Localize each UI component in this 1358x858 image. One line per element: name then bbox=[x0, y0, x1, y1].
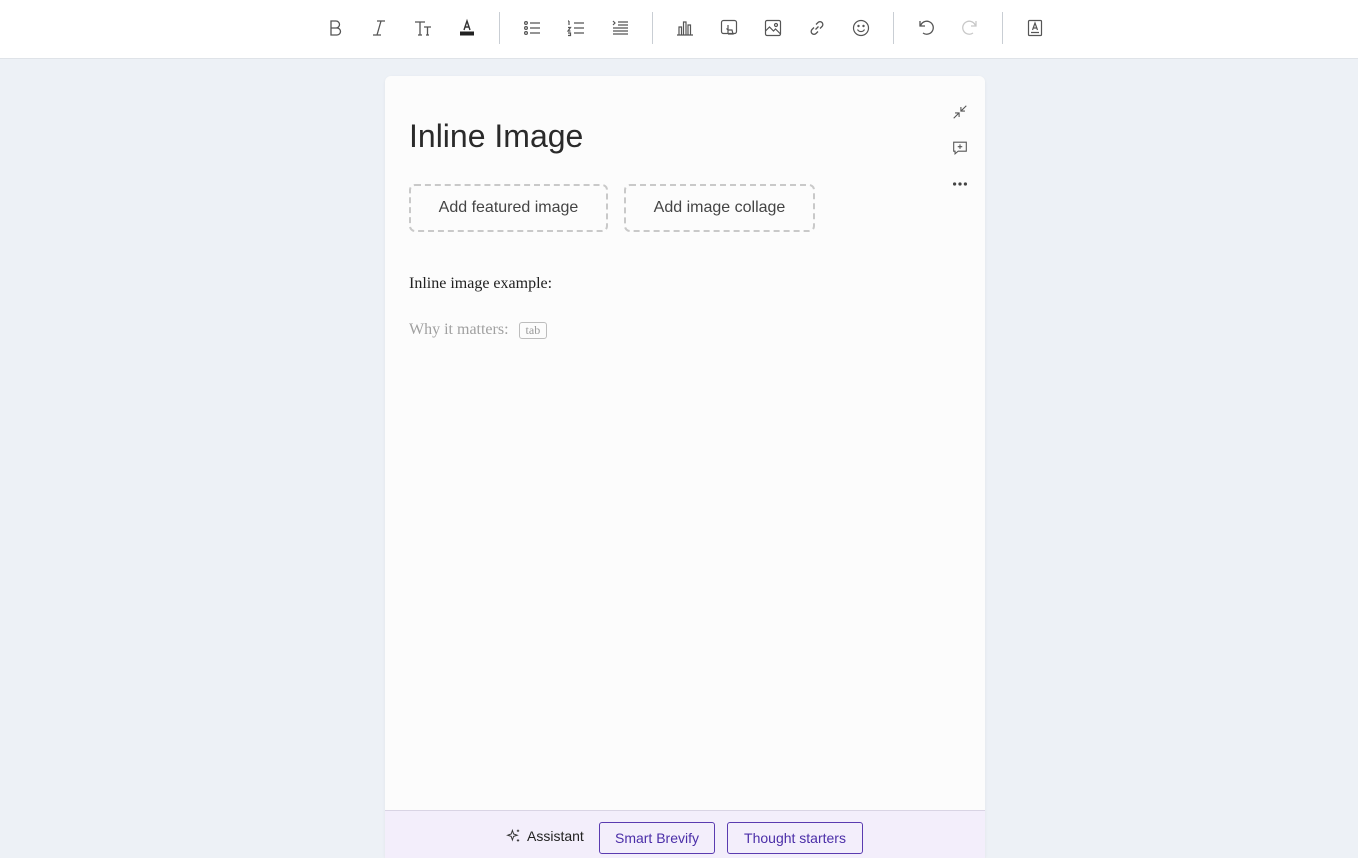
image-icon[interactable] bbox=[757, 12, 789, 44]
link-icon[interactable] bbox=[801, 12, 833, 44]
undo-icon[interactable] bbox=[910, 12, 942, 44]
redo-icon[interactable] bbox=[954, 12, 986, 44]
toolbar-divider bbox=[1002, 12, 1003, 44]
text-color-icon[interactable] bbox=[451, 12, 483, 44]
editor-toolbar bbox=[0, 0, 1358, 59]
sparkle-icon bbox=[506, 828, 522, 844]
interactive-icon[interactable] bbox=[713, 12, 745, 44]
assistant-button[interactable]: Assistant bbox=[506, 828, 584, 844]
bold-icon[interactable] bbox=[319, 12, 351, 44]
thought-starters-button[interactable]: Thought starters bbox=[727, 822, 863, 854]
bullet-list-icon[interactable] bbox=[516, 12, 548, 44]
more-options-icon[interactable] bbox=[949, 173, 971, 195]
indent-list-icon[interactable] bbox=[604, 12, 636, 44]
page-title[interactable]: Inline Image bbox=[409, 118, 583, 155]
chart-icon[interactable] bbox=[669, 12, 701, 44]
numbered-list-icon[interactable] bbox=[560, 12, 592, 44]
italic-icon[interactable] bbox=[363, 12, 395, 44]
body-paragraph[interactable]: Inline image example: bbox=[409, 275, 552, 293]
add-image-collage-button[interactable]: Add image collage bbox=[624, 184, 815, 232]
text-size-icon[interactable] bbox=[407, 12, 439, 44]
collapse-icon[interactable] bbox=[949, 101, 971, 123]
document-card: Inline Image Add featured image Add imag… bbox=[385, 76, 985, 858]
text-box-icon[interactable] bbox=[1019, 12, 1051, 44]
placeholder-text: Why it matters: bbox=[409, 321, 509, 338]
tab-hint-badge: tab bbox=[518, 321, 548, 339]
toolbar-divider bbox=[893, 12, 894, 44]
placeholder-line[interactable]: Why it matters: tab bbox=[409, 321, 548, 339]
add-featured-image-button[interactable]: Add featured image bbox=[409, 184, 608, 232]
assistant-bar: Assistant Smart Brevify Thought starters bbox=[385, 810, 985, 858]
toolbar-divider bbox=[499, 12, 500, 44]
emoji-icon[interactable] bbox=[845, 12, 877, 44]
toolbar-divider bbox=[652, 12, 653, 44]
assistant-label: Assistant bbox=[527, 828, 584, 844]
smart-brevify-button[interactable]: Smart Brevify bbox=[599, 822, 715, 854]
add-comment-icon[interactable] bbox=[949, 137, 971, 159]
